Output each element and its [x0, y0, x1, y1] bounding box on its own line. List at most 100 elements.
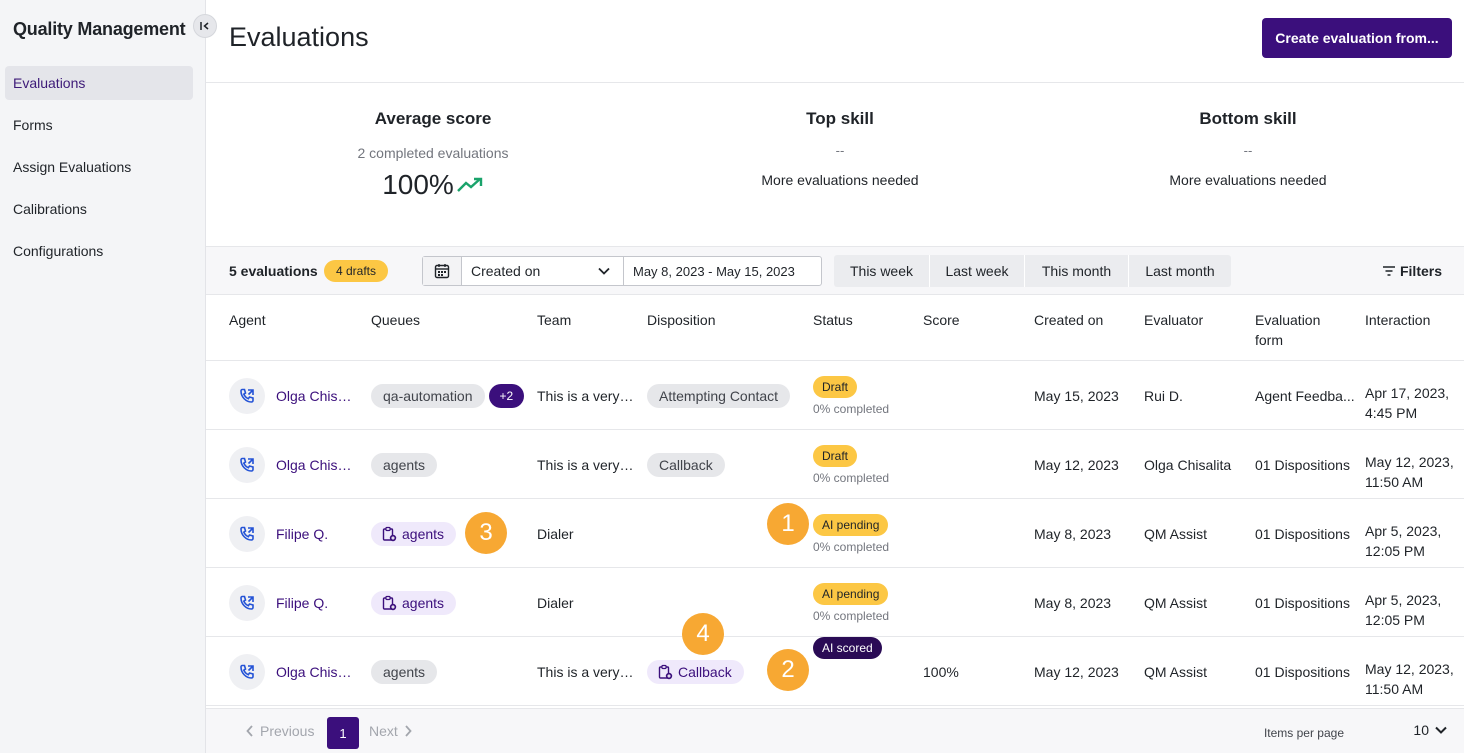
calendar-icon: [434, 264, 450, 279]
sidebar-item-calibrations[interactable]: Calibrations: [5, 192, 193, 226]
agent-link[interactable]: Olga Chisal...: [276, 664, 358, 680]
completion-text: 0% completed: [813, 401, 890, 416]
column-header-disposition[interactable]: Disposition: [647, 310, 715, 330]
sidebar-item-forms[interactable]: Forms: [5, 108, 193, 142]
column-header-score[interactable]: Score: [923, 310, 960, 330]
queue-cell: agents: [371, 499, 457, 568]
last-month-button[interactable]: Last month: [1129, 255, 1231, 287]
bottom-skill-note: More evaluations needed: [1169, 172, 1327, 188]
team-cell: Dialer: [537, 499, 637, 568]
chevron-right-icon: [405, 725, 412, 737]
collapse-left-icon: [200, 22, 209, 30]
disposition-chip-label: Callback: [678, 663, 732, 680]
column-header-status[interactable]: Status: [813, 310, 853, 330]
average-score-card: Average score 2 completed evaluations 10…: [283, 109, 583, 201]
queue-cell: agents: [371, 430, 438, 499]
agent-link[interactable]: Olga Chisal...: [276, 388, 358, 404]
filters-button[interactable]: Filters: [1382, 263, 1442, 279]
date-range-input[interactable]: May 8, 2023 - May 15, 2023: [624, 257, 821, 285]
form-cell: Agent Feedba...: [1255, 387, 1355, 404]
team-cell: This is a very l...: [537, 430, 637, 499]
page-header: Evaluations Create evaluation from...: [206, 0, 1464, 83]
sidebar-item-evaluations[interactable]: Evaluations: [5, 66, 193, 100]
interaction-date: May 12, 2023,: [1365, 453, 1454, 470]
table-row[interactable]: Filipe Q. agents Dialer AI pending 0% co…: [206, 568, 1464, 637]
phone-call-icon: [229, 584, 265, 621]
disposition-cell: Attempting Contact: [647, 361, 791, 430]
queue-chip: agents: [371, 452, 438, 477]
interaction-value[interactable]: Apr 5, 2023, 12:05 PM: [1365, 507, 1441, 561]
agent-cell: Olga Chisal...: [229, 430, 358, 499]
created-cell: May 12, 2023: [1034, 663, 1119, 680]
status-cell: AI scored: [813, 637, 882, 706]
clipboard-add-icon: [658, 664, 673, 679]
next-page-button[interactable]: Next: [369, 723, 412, 739]
sidebar-item-configurations[interactable]: Configurations: [5, 234, 193, 268]
this-week-button[interactable]: This week: [834, 255, 930, 287]
disposition-chip: Attempting Contact: [647, 383, 791, 408]
calendar-button[interactable]: [423, 257, 462, 285]
column-header-evaluation-form[interactable]: Evaluation form: [1255, 310, 1325, 350]
clipboard-add-icon: [382, 526, 397, 541]
completion-text: 0% completed: [813, 539, 890, 554]
table-row[interactable]: Filipe Q. agents Dialer AI pending 0% co…: [206, 499, 1464, 568]
queue-chip: agents: [371, 521, 457, 546]
interaction-time: 11:50 AM: [1365, 473, 1424, 490]
queue-more-chip[interactable]: +2: [488, 383, 525, 408]
interaction-value[interactable]: Apr 17, 2023, 4:45 PM: [1365, 369, 1449, 423]
sidebar-item-assign-evaluations[interactable]: Assign Evaluations: [5, 150, 193, 184]
interaction-cell: May 12, 2023, 11:50 AM: [1365, 430, 1454, 499]
sidebar: Quality Management Evaluations Forms Ass…: [0, 0, 206, 753]
interaction-date: May 12, 2023,: [1365, 660, 1454, 677]
table-row[interactable]: Olga Chisal... agents This is a very l..…: [206, 430, 1464, 499]
column-header-interaction[interactable]: Interaction: [1365, 310, 1430, 330]
pagination-bar: Previous 1 Next Items per page 10: [206, 708, 1464, 753]
interaction-time: 12:05 PM: [1365, 611, 1425, 628]
create-evaluation-button[interactable]: Create evaluation from...: [1262, 18, 1452, 58]
status-group: AI pending 0% completed: [813, 582, 889, 623]
agent-link[interactable]: Olga Chisal...: [276, 457, 358, 473]
queue-chip: agents: [371, 590, 457, 615]
column-header-created-on[interactable]: Created on: [1034, 310, 1103, 330]
this-month-button[interactable]: This month: [1025, 255, 1129, 287]
interaction-value[interactable]: May 12, 2023, 11:50 AM: [1365, 438, 1454, 492]
interaction-value[interactable]: Apr 5, 2023, 12:05 PM: [1365, 576, 1441, 630]
app-title: Quality Management: [13, 19, 186, 39]
created-cell: May 8, 2023: [1034, 594, 1112, 611]
table-row[interactable]: Olga Chisal... agents This is a very l..…: [206, 637, 1464, 706]
column-header-team[interactable]: Team: [537, 310, 571, 330]
items-per-page-select[interactable]: 10: [1413, 722, 1448, 738]
disposition-cell: Callback: [647, 430, 725, 499]
status-badge: AI pending: [813, 513, 889, 536]
previous-page-button[interactable]: Previous: [246, 723, 314, 739]
table-header: Agent Queues Team Disposition Status Sco…: [206, 295, 1464, 361]
column-header-agent[interactable]: Agent: [229, 310, 266, 330]
status-cell: Draft 0% completed: [813, 361, 889, 430]
interaction-value[interactable]: May 12, 2023, 11:50 AM: [1365, 645, 1454, 699]
table-row[interactable]: Olga Chisal... qa-automation +2 This is …: [206, 361, 1464, 430]
last-week-button[interactable]: Last week: [930, 255, 1025, 287]
team-value: Dialer: [537, 594, 574, 611]
page-1-button[interactable]: 1: [327, 717, 359, 749]
status-badge: Draft: [813, 375, 858, 398]
interaction-date: Apr 17, 2023,: [1365, 384, 1450, 401]
date-field-select[interactable]: Created on: [462, 257, 624, 285]
queue-cell: agents: [371, 568, 457, 637]
disposition-chip: Callback: [647, 452, 725, 477]
interaction-cell: Apr 5, 2023, 12:05 PM: [1365, 499, 1441, 568]
status-cell: Draft 0% completed: [813, 430, 889, 499]
column-header-evaluator[interactable]: Evaluator: [1144, 310, 1203, 330]
average-score-value: 100%: [382, 169, 454, 200]
evaluation-count: 5 evaluations: [229, 263, 318, 279]
interaction-time: 4:45 PM: [1365, 404, 1418, 421]
collapse-sidebar-button[interactable]: [193, 14, 217, 38]
clipboard-add-icon: [382, 595, 397, 610]
drafts-badge: 4 drafts: [324, 260, 389, 282]
queue-chip-label: agents: [402, 594, 445, 611]
filter-icon: [1382, 266, 1395, 276]
column-header-queues[interactable]: Queues: [371, 310, 420, 330]
agent-cell: Filipe Q.: [229, 499, 358, 568]
phone-call-icon: [229, 377, 265, 414]
agent-link[interactable]: Filipe Q.: [276, 595, 358, 611]
agent-link[interactable]: Filipe Q.: [276, 526, 358, 542]
